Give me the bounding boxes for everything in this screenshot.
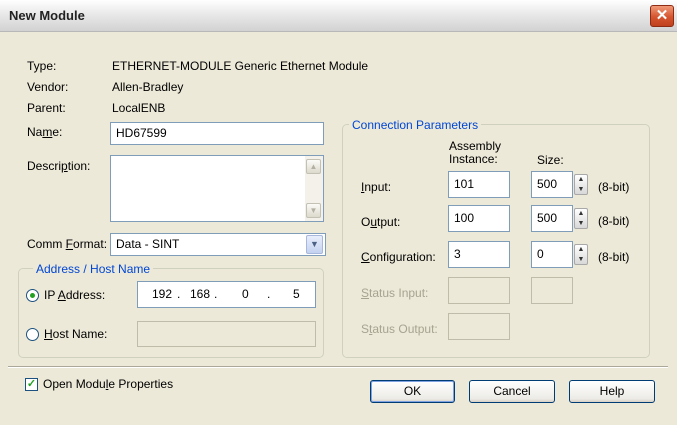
- output-unit: (8-bit): [598, 214, 630, 228]
- host-name-input[interactable]: [137, 321, 316, 347]
- configuration-size-input[interactable]: 0: [531, 241, 573, 268]
- configuration-size-spinner[interactable]: ▲ ▼: [574, 244, 588, 265]
- output-label: Output:: [361, 215, 401, 229]
- size-header: Size:: [537, 153, 564, 167]
- parent-value: LocalENB: [112, 101, 166, 115]
- output-instance-input[interactable]: 100: [448, 205, 510, 232]
- open-module-properties-label: Open Module Properties: [43, 377, 174, 391]
- comm-format-select[interactable]: Data - SINT: [110, 233, 326, 256]
- parent-label: Parent:: [27, 101, 66, 115]
- scroll-up-icon[interactable]: ▲: [306, 159, 321, 174]
- cancel-button[interactable]: Cancel: [469, 380, 555, 403]
- vendor-value: Allen-Bradley: [112, 80, 184, 94]
- name-input[interactable]: HD67599: [110, 122, 324, 145]
- output-size-spinner[interactable]: ▲ ▼: [574, 208, 588, 229]
- check-icon: ✓: [26, 378, 37, 390]
- spin-up-icon[interactable]: ▲: [575, 209, 587, 218]
- close-icon: ✕: [655, 7, 669, 24]
- input-label: Input:: [361, 180, 392, 194]
- help-button[interactable]: Help: [569, 380, 655, 403]
- ip-octet-1: 192: [152, 287, 173, 301]
- name-label: Name:: [27, 125, 63, 139]
- ip-octet-3: 0: [242, 287, 249, 301]
- status-output-instance-input[interactable]: [448, 313, 510, 340]
- host-name-radio[interactable]: [26, 328, 39, 341]
- close-button[interactable]: ✕: [650, 5, 674, 27]
- type-value: ETHERNET-MODULE Generic Ethernet Module: [112, 59, 369, 73]
- status-input-size-input[interactable]: [531, 277, 573, 304]
- input-size-input[interactable]: 500: [531, 171, 573, 198]
- ip-dot-1: .: [177, 287, 181, 301]
- connection-parameters-legend: Connection Parameters: [349, 118, 482, 132]
- input-unit: (8-bit): [598, 180, 630, 194]
- configuration-label: Configuration:: [361, 250, 436, 264]
- vendor-label: Vendor:: [27, 80, 69, 94]
- address-group-legend: Address / Host Name: [33, 262, 154, 276]
- status-output-label: Status Output:: [361, 322, 438, 336]
- spin-up-icon[interactable]: ▲: [575, 245, 587, 254]
- ok-button[interactable]: OK: [370, 380, 455, 403]
- status-input-instance-input[interactable]: [448, 277, 510, 304]
- title-bar: [0, 0, 677, 32]
- spin-up-icon[interactable]: ▲: [575, 175, 587, 184]
- ip-address-label: IP Address:: [44, 288, 106, 302]
- spin-down-icon[interactable]: ▼: [575, 185, 587, 194]
- footer-separator: [8, 366, 668, 368]
- status-input-label: Status Input:: [361, 286, 429, 300]
- description-textarea[interactable]: [110, 155, 324, 222]
- output-size-input[interactable]: 500: [531, 205, 573, 232]
- ip-address-radio[interactable]: [26, 289, 39, 302]
- description-label: Description:: [27, 159, 91, 173]
- spin-down-icon[interactable]: ▼: [575, 255, 587, 264]
- radio-selected-dot: [30, 293, 35, 298]
- open-module-properties-checkbox[interactable]: ✓: [25, 378, 38, 391]
- ip-octet-4: 5: [293, 287, 300, 301]
- assembly-instance-header: Assembly Instance:: [449, 139, 502, 166]
- input-size-spinner[interactable]: ▲ ▼: [574, 174, 588, 195]
- host-name-label: Host Name:: [44, 327, 108, 341]
- configuration-instance-input[interactable]: 3: [448, 241, 510, 268]
- chevron-down-icon[interactable]: ▼: [306, 235, 323, 254]
- configuration-unit: (8-bit): [598, 250, 630, 264]
- comm-format-label: Comm Format:: [27, 237, 108, 251]
- scroll-down-icon[interactable]: ▼: [306, 203, 321, 218]
- ip-octet-2: 168: [190, 287, 211, 301]
- spin-down-icon[interactable]: ▼: [575, 219, 587, 228]
- window-title: New Module: [9, 8, 85, 23]
- ip-dot-3: .: [267, 287, 271, 301]
- type-label: Type:: [27, 59, 57, 73]
- input-instance-input[interactable]: 101: [448, 171, 510, 198]
- ip-dot-2: .: [214, 287, 218, 301]
